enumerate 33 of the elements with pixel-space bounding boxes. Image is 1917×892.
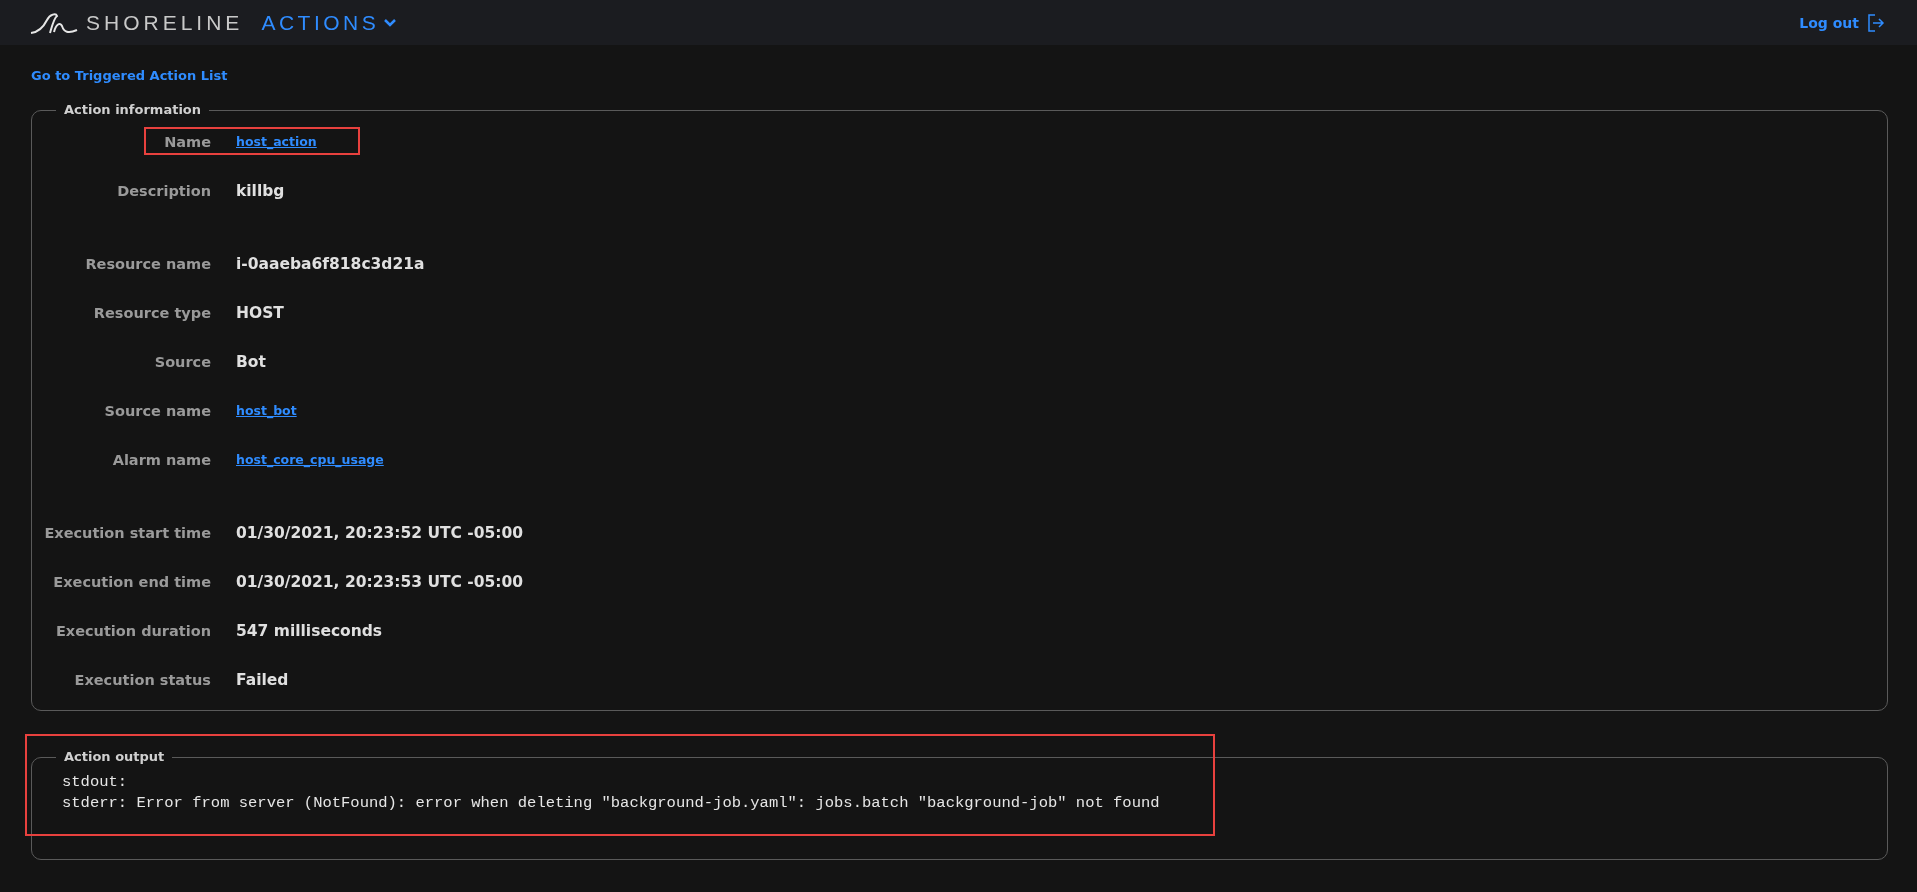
back-link[interactable]: Go to Triggered Action List — [31, 68, 228, 84]
field-label: Resource name — [84, 255, 211, 272]
logout-icon — [1867, 13, 1885, 32]
field-label: Description — [116, 182, 211, 199]
field-label: Execution duration — [54, 622, 211, 639]
output-line: stderr: Error from server (NotFound): error when deleting "background-job.yaml": jobs.batch "background-job" not found — [62, 793, 1161, 814]
field-value: 01/30/2021, 20:23:52 UTC -05:00 — [236, 523, 524, 542]
field-label: Execution start time — [43, 524, 211, 541]
panel-title: Action output — [63, 748, 166, 766]
field-link[interactable]: host_bot — [236, 403, 297, 418]
app-menu-button[interactable]: ACTIONS — [261, 10, 398, 35]
panel-title: Action information — [63, 101, 203, 119]
logout-link[interactable]: Log out — [1799, 13, 1885, 32]
field-value: 547 milliseconds — [236, 621, 383, 640]
field-link[interactable]: host_action — [236, 134, 317, 149]
field-value: killbg — [236, 181, 285, 200]
field-label: Name — [163, 133, 211, 150]
wave-logo-icon — [30, 11, 78, 34]
field-value: 01/30/2021, 20:23:53 UTC -05:00 — [236, 572, 524, 591]
brand-name: SHORELINE — [86, 10, 244, 35]
field-label: Source — [153, 353, 211, 370]
field-value: i-0aaeba6f818c3d21a — [236, 254, 425, 273]
field-link[interactable]: host_core_cpu_usage — [236, 452, 384, 467]
field-value: HOST — [236, 303, 284, 322]
field-label: Resource type — [92, 304, 211, 321]
output-line: stdout: — [62, 772, 129, 793]
field-value: Bot — [236, 352, 266, 371]
field-label: Alarm name — [111, 451, 211, 468]
field-label: Execution status — [73, 671, 211, 688]
chevron-down-icon — [383, 17, 398, 28]
field-label: Source name — [103, 402, 211, 419]
field-value: Failed — [236, 670, 289, 689]
field-label: Execution end time — [52, 573, 211, 590]
